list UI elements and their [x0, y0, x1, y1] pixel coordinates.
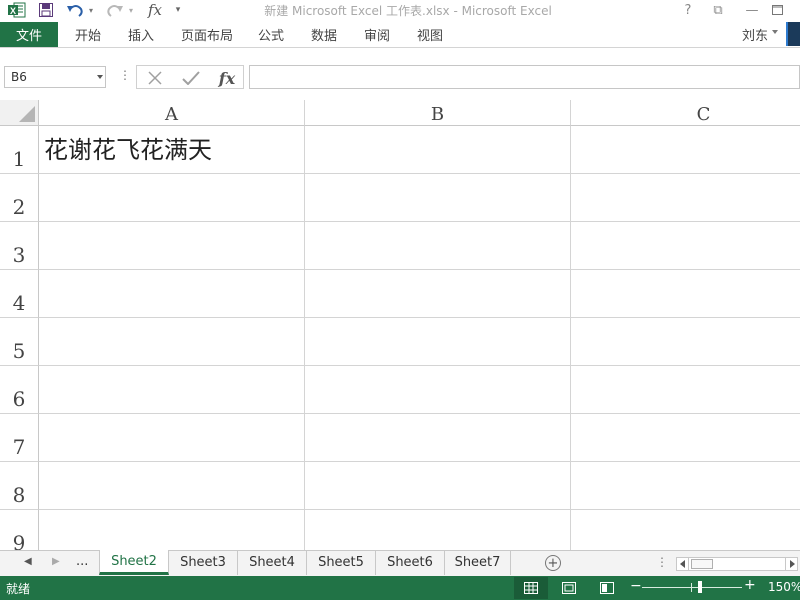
column-header-a[interactable]: A [39, 100, 305, 126]
select-all-button[interactable] [0, 100, 39, 126]
cell-c2[interactable] [571, 174, 800, 222]
cell-a4[interactable] [39, 270, 305, 318]
scroll-left-icon[interactable] [677, 558, 689, 570]
cell-a8[interactable] [39, 462, 305, 510]
maximize-button[interactable] [762, 0, 792, 20]
tab-data[interactable]: 数据 [311, 22, 337, 47]
user-dropdown-icon[interactable] [772, 30, 778, 34]
scrollbar-thumb[interactable] [691, 559, 713, 569]
cell-c8[interactable] [571, 462, 800, 510]
row-header-7[interactable]: 7 [0, 414, 39, 462]
cell-b9[interactable] [305, 510, 571, 550]
tab-insert[interactable]: 插入 [128, 22, 154, 47]
close-icon[interactable] [141, 68, 169, 88]
cell-a6[interactable] [39, 366, 305, 414]
tab-review[interactable]: 审阅 [364, 22, 390, 47]
cell-c5[interactable] [571, 318, 800, 366]
cell-b5[interactable] [305, 318, 571, 366]
row-header-5[interactable]: 5 [0, 318, 39, 366]
sheet-tab[interactable]: Sheet6 [376, 550, 445, 575]
scroll-right-icon[interactable] [785, 558, 797, 570]
scroll-tabs-right-icon[interactable]: ▶ [52, 556, 60, 567]
tab-file[interactable]: 文件 [0, 22, 58, 47]
zoom-out-button[interactable]: − [630, 578, 642, 594]
cell-b8[interactable] [305, 462, 571, 510]
cell-a3[interactable] [39, 222, 305, 270]
sheet-tab[interactable]: Sheet7 [445, 550, 511, 575]
page-break-preview-icon[interactable] [590, 577, 624, 599]
sheet-tab[interactable]: Sheet5 [307, 550, 376, 575]
scroll-tabs-left-icon[interactable]: ◀ [24, 556, 32, 567]
ribbon-display-options-button[interactable]: ⧉ [703, 0, 733, 20]
cell-a2[interactable] [39, 174, 305, 222]
normal-view-icon[interactable] [514, 577, 548, 599]
row-header-2[interactable]: 2 [0, 174, 39, 222]
name-box[interactable]: B6 [4, 66, 106, 88]
tab-page-layout[interactable]: 页面布局 [181, 22, 233, 47]
more-sheets-button[interactable]: ... [76, 554, 88, 569]
cell-c4[interactable] [571, 270, 800, 318]
cell-b3[interactable] [305, 222, 571, 270]
add-sheet-button[interactable]: + [545, 555, 561, 571]
cell-a9[interactable] [39, 510, 305, 550]
help-button[interactable]: ? [673, 0, 703, 20]
status-bar: 就绪 − + 150% [0, 576, 800, 600]
status-text: 就绪 [6, 582, 31, 596]
zoom-slider[interactable] [642, 587, 742, 588]
tab-home[interactable]: 开始 [75, 22, 101, 47]
check-icon[interactable] [177, 68, 205, 88]
row-header-3[interactable]: 3 [0, 222, 39, 270]
user-account[interactable]: 刘东 [742, 22, 768, 47]
cell-c9[interactable] [571, 510, 800, 550]
cell-a5[interactable] [39, 318, 305, 366]
sheet-tab-bar: ◀ ▶ ... Sheet2 Sheet3 Sheet4 Sheet5 Shee… [0, 550, 800, 576]
cell-c6[interactable] [571, 366, 800, 414]
tab-formulas[interactable]: 公式 [258, 22, 284, 47]
zoom-in-button[interactable]: + [744, 577, 756, 593]
row-header-4[interactable]: 4 [0, 270, 39, 318]
zoom-level[interactable]: 150% [768, 580, 800, 594]
zoom-slider-midpoint [691, 583, 692, 592]
formula-bar: B6 ⋮ fx [0, 48, 800, 100]
row-header-6[interactable]: 6 [0, 366, 39, 414]
page-layout-view-icon[interactable] [552, 577, 586, 599]
formula-bar-resize-handle[interactable]: ⋮ [119, 68, 131, 82]
name-box-dropdown-icon[interactable] [97, 75, 103, 79]
cell-b1[interactable] [305, 126, 571, 174]
formula-bar-buttons: fx [136, 65, 244, 89]
formula-input[interactable] [249, 65, 800, 89]
column-header-b[interactable]: B [305, 100, 571, 126]
zoom-slider-thumb[interactable] [698, 581, 702, 593]
avatar[interactable] [786, 22, 800, 46]
cell-b7[interactable] [305, 414, 571, 462]
cell-b6[interactable] [305, 366, 571, 414]
cell-c3[interactable] [571, 222, 800, 270]
tab-view[interactable]: 视图 [417, 22, 443, 47]
worksheet-grid: A B C 1 2 3 4 5 6 7 8 9 花谢花飞花满天 [0, 100, 800, 550]
ribbon-tabs: 文件 开始 插入 页面布局 公式 数据 审阅 视图 刘东 [0, 22, 800, 48]
scrollbar-split-handle[interactable]: ⋮ [656, 555, 668, 569]
cell-c7[interactable] [571, 414, 800, 462]
row-header-8[interactable]: 8 [0, 462, 39, 510]
insert-function-button[interactable]: fx [213, 68, 241, 88]
name-box-value: B6 [11, 70, 27, 84]
cell-c1[interactable] [571, 126, 800, 174]
row-header-9[interactable]: 9 [0, 510, 39, 550]
sheet-tab[interactable]: Sheet3 [169, 550, 238, 575]
title-bar: X ▾ ▾ fx ▾ 新建 Microsoft Excel 工作表.xlsx -… [0, 0, 800, 20]
horizontal-scrollbar[interactable] [676, 557, 798, 571]
cell-a7[interactable] [39, 414, 305, 462]
select-all-triangle-icon [19, 106, 35, 122]
column-header-c[interactable]: C [571, 100, 800, 126]
cell-a1[interactable]: 花谢花飞花满天 [39, 126, 305, 174]
sheet-tab[interactable]: Sheet2 [99, 550, 169, 575]
row-header-1[interactable]: 1 [0, 126, 39, 174]
cell-b2[interactable] [305, 174, 571, 222]
cell-b4[interactable] [305, 270, 571, 318]
sheet-tab[interactable]: Sheet4 [238, 550, 307, 575]
